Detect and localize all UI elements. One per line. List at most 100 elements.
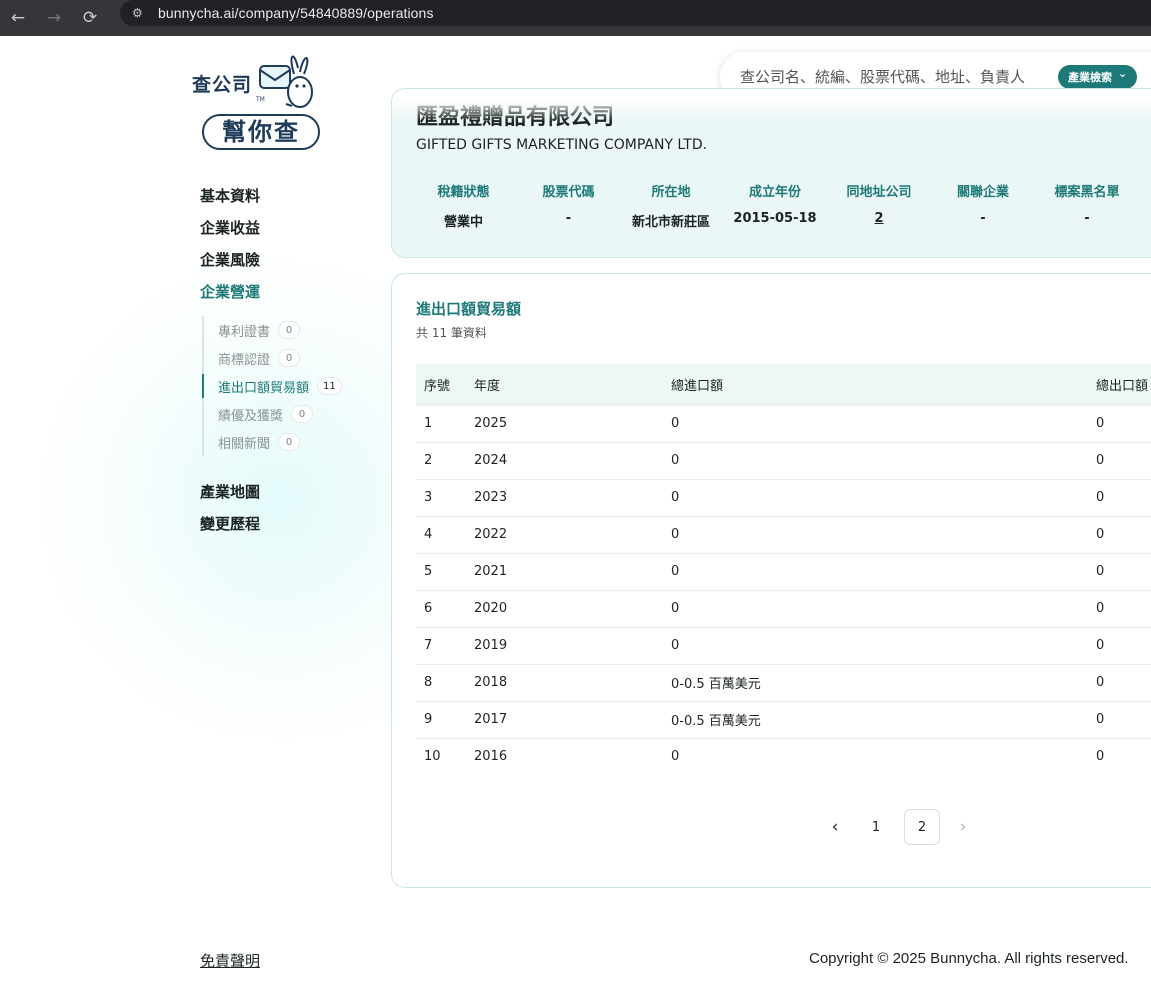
cell-index: 5 [416, 552, 466, 590]
record-count: 共 11 筆資料 [416, 326, 487, 340]
sidebar-subitem-news[interactable]: 相關新聞 0 [204, 428, 380, 456]
sidebar-subitem-label: 專利證書 [218, 324, 271, 340]
stat-stock-code: 股票代碼 - [511, 181, 626, 230]
cell-index: 8 [416, 663, 466, 701]
company-stats: 稅籍狀態 營業中 股票代碼 - 所在地 新北市新莊區 成立年份 2015-05-… [416, 181, 1132, 230]
cell-export: 0 [1088, 515, 1151, 553]
cell-export: 0 [1088, 700, 1151, 738]
cell-index: 6 [416, 589, 466, 627]
stat-label: 標案黑名單 [1054, 185, 1120, 200]
column-header-import: 總進口額 [663, 364, 1088, 405]
stat-tax-status: 稅籍狀態 營業中 [416, 181, 511, 230]
cell-import: 0 [663, 441, 1088, 479]
address-bar[interactable]: ⚙ bunnycha.ai/company/54840889/operation… [120, 0, 1151, 26]
table-header-row: 序號 年度 總進口額 總出口額 [416, 364, 1151, 405]
import-export-card: 進出口額貿易額 共 11 筆資料 序號 年度 總進口額 總出口額 1 2025 0 0… [391, 273, 1151, 888]
sidebar-item-revenue[interactable]: 企業收益 [200, 212, 380, 244]
sidebar-item-operations[interactable]: 企業營運 [200, 276, 380, 308]
stat-label: 成立年份 [748, 185, 801, 200]
back-icon[interactable]: ← [0, 0, 36, 36]
stat-label: 稅籍狀態 [437, 185, 490, 200]
chevron-down-icon: ⌄ [1118, 67, 1128, 80]
cell-index: 2 [416, 441, 466, 479]
sidebar-item-risk[interactable]: 企業風險 [200, 244, 380, 276]
table-row: 8 2018 0-0.5 百萬美元 0 [416, 663, 1151, 701]
cell-import: 0 [663, 737, 1088, 775]
table-row: 2 2024 0 0 [416, 441, 1151, 479]
table-row: 9 2017 0-0.5 百萬美元 0 [416, 700, 1151, 738]
cell-export: 0 [1088, 441, 1151, 479]
cell-year: 2016 [466, 737, 663, 775]
logo-wordmark: 查公司 [192, 74, 253, 96]
column-header-year: 年度 [466, 364, 663, 405]
search-input[interactable] [740, 68, 1058, 86]
stat-label: 關聯企業 [956, 185, 1009, 200]
cell-index: 7 [416, 626, 466, 664]
table-row: 4 2022 0 0 [416, 515, 1151, 553]
cell-year: 2022 [466, 515, 663, 553]
cell-index: 10 [416, 737, 466, 775]
prev-page-icon[interactable]: ‹ [822, 812, 848, 842]
industry-search-dropdown[interactable]: 產業檢索 ⌄ [1058, 65, 1138, 89]
stat-location: 所在地 新北市新莊區 [626, 181, 716, 230]
cell-export: 0 [1088, 663, 1151, 701]
table-row: 5 2021 0 0 [416, 552, 1151, 590]
company-summary-card: 匯盈禮贈品有限公司 GIFTED GIFTS MARKETING COMPANY… [391, 88, 1151, 258]
table-row: 6 2020 0 0 [416, 589, 1151, 627]
stat-label: 同地址公司 [846, 185, 912, 200]
stat-founded: 成立年份 2015-05-18 [716, 181, 834, 230]
cell-year: 2018 [466, 663, 663, 701]
sidebar-subitem-label: 相關新聞 [218, 436, 271, 452]
browser-toolbar: ← → ⟳ ⚙ bunnycha.ai/company/54840889/ope… [0, 0, 1151, 36]
trade-table: 序號 年度 總進口額 總出口額 1 2025 0 0 2 2024 0 0 3 2023 0 0 4 20… [416, 364, 1151, 775]
sidebar-subitem-label: 績優及獲獎 [218, 408, 284, 424]
page-1-button[interactable]: 1 [858, 809, 894, 845]
cell-import: 0 [663, 478, 1088, 516]
trademark-mark: TM [256, 96, 265, 103]
rabbit-logo-icon [259, 55, 313, 108]
next-page-icon[interactable]: › [950, 812, 976, 842]
reload-icon[interactable]: ⟳ [72, 0, 108, 36]
table-row: 1 2025 0 0 [416, 404, 1151, 442]
forward-icon[interactable]: → [36, 0, 72, 36]
cell-export: 0 [1088, 478, 1151, 516]
sidebar-subitem-trademarks[interactable]: 商標認證 0 [204, 344, 380, 372]
section-title: 進出口額貿易額 [416, 300, 522, 318]
sidebar-item-basic-info[interactable]: 基本資料 [200, 180, 380, 212]
sidebar-subitem-import-export[interactable]: 進出口額貿易額 11 [202, 372, 380, 400]
logo-tagline: 幫你查 [202, 114, 320, 150]
stat-blacklist: 標案黑名單 - [1042, 181, 1132, 230]
url-text[interactable]: bunnycha.ai/company/54840889/operations [158, 5, 434, 21]
table-row: 10 2016 0 0 [416, 737, 1151, 775]
column-header-export: 總出口額 [1088, 364, 1151, 405]
cell-import: 0 [663, 552, 1088, 590]
page-2-button[interactable]: 2 [904, 809, 940, 845]
industry-search-label: 產業檢索 [1068, 71, 1112, 84]
cell-import: 0 [663, 589, 1088, 627]
cell-year: 2023 [466, 478, 663, 516]
stat-value: 2015-05-18 [733, 211, 817, 226]
sidebar-item-change-history[interactable]: 變更歷程 [200, 508, 380, 540]
sidebar-subitem-awards[interactable]: 績優及獲獎 0 [204, 400, 380, 428]
column-header-index: 序號 [416, 364, 466, 405]
stat-related: 關聯企業 - [924, 181, 1042, 230]
sidebar-subitem-patents[interactable]: 專利證書 0 [204, 316, 380, 344]
cell-year: 2019 [466, 626, 663, 664]
cell-export: 0 [1088, 552, 1151, 590]
cell-year: 2021 [466, 552, 663, 590]
stat-value: - [565, 211, 572, 226]
cell-year: 2024 [466, 441, 663, 479]
cell-export: 0 [1088, 737, 1151, 775]
count-badge: 0 [278, 321, 301, 339]
disclaimer-link[interactable]: 免責聲明 [200, 950, 260, 971]
count-badge: 0 [278, 349, 301, 367]
cell-import: 0 [663, 404, 1088, 442]
sidebar-subitem-label: 進出口額貿易額 [218, 380, 310, 396]
site-settings-icon[interactable]: ⚙ [132, 6, 154, 20]
same-address-link[interactable]: 2 [834, 211, 924, 226]
cell-index: 4 [416, 515, 466, 553]
cell-index: 3 [416, 478, 466, 516]
table-row: 3 2023 0 0 [416, 478, 1151, 516]
site-logo[interactable]: 查公司 TM 幫你查 [190, 50, 330, 160]
sidebar-item-industry-map[interactable]: 產業地圖 [200, 476, 380, 508]
